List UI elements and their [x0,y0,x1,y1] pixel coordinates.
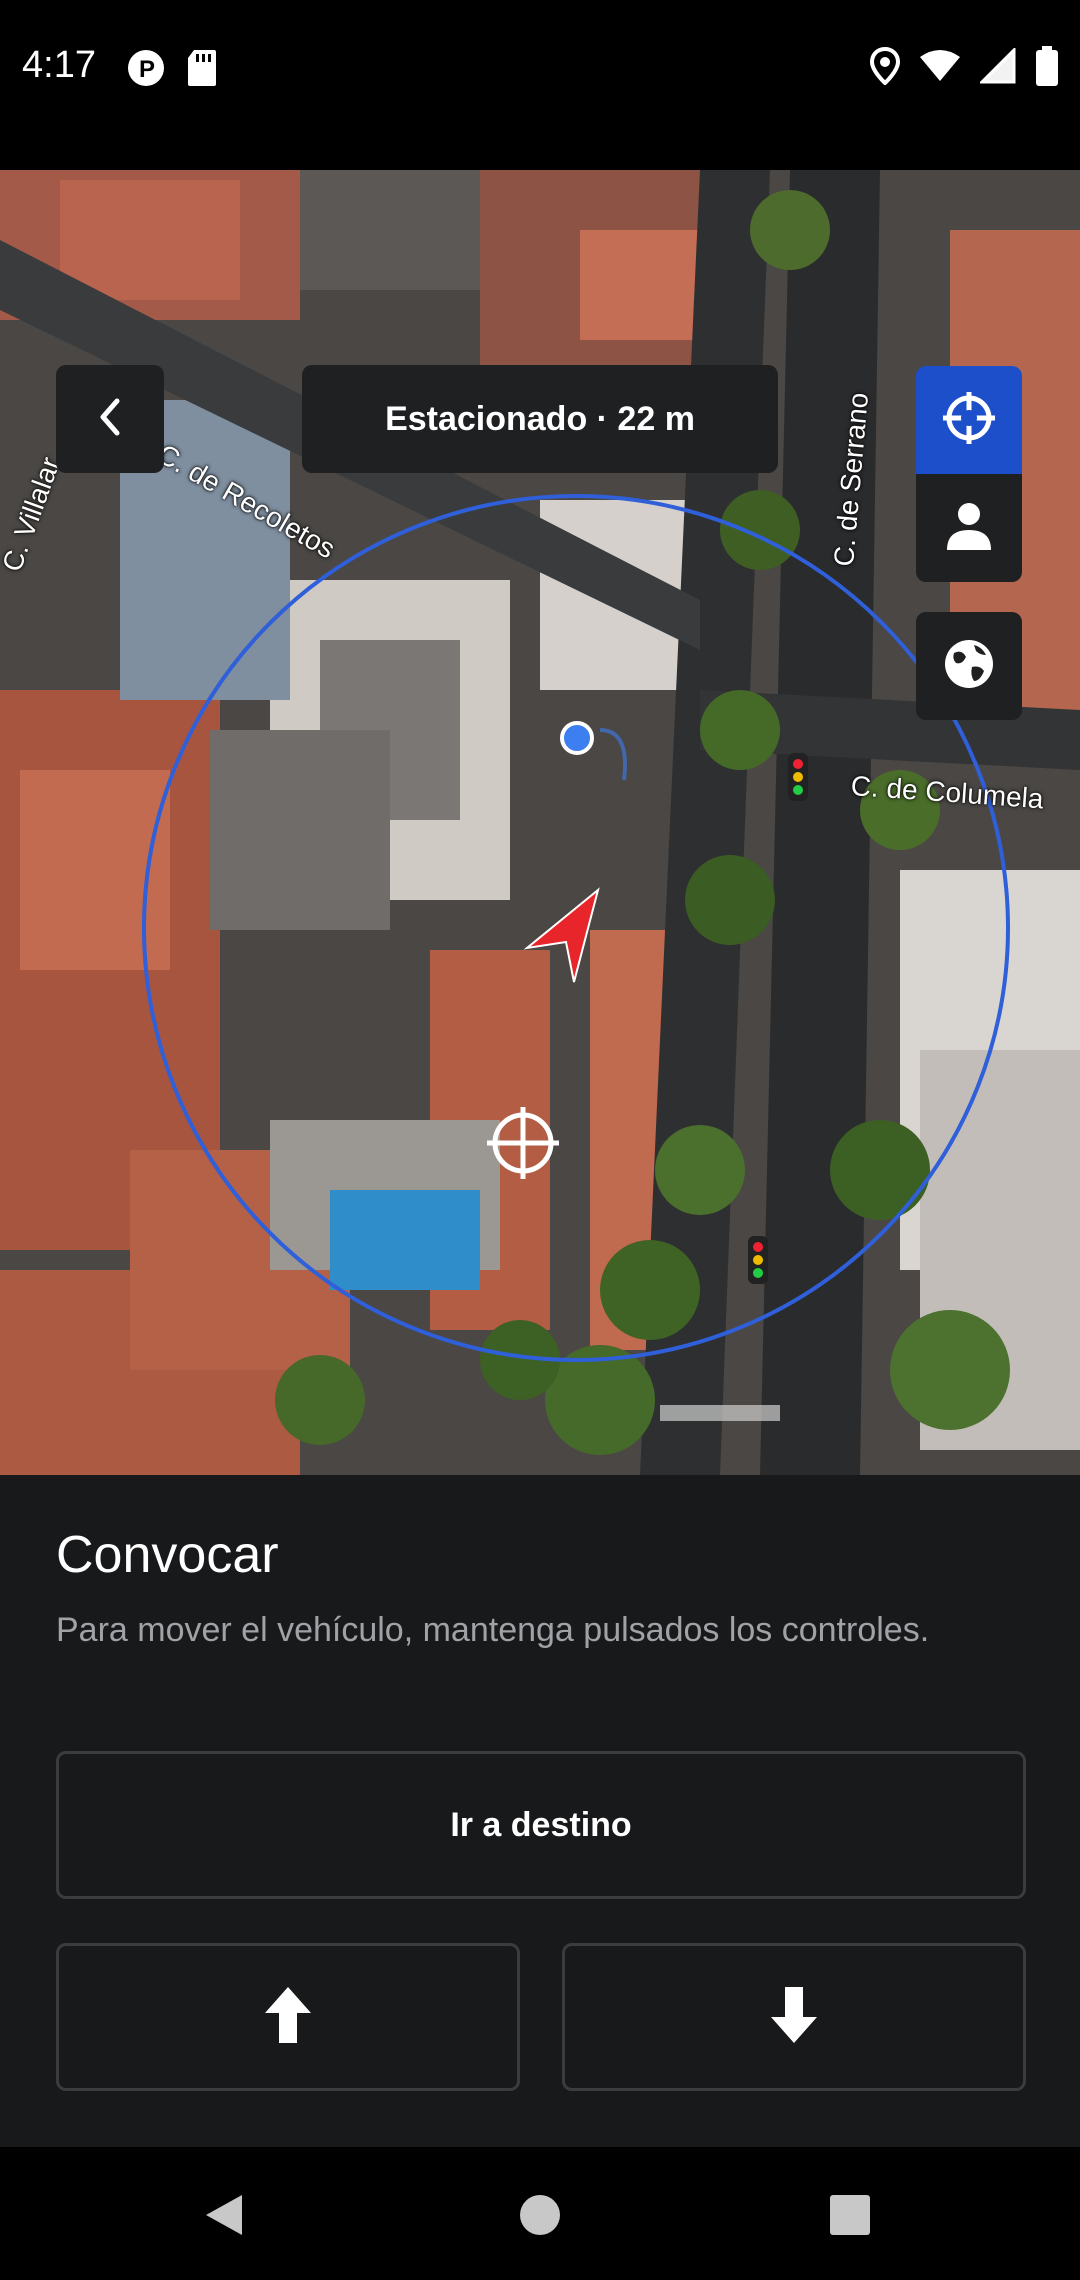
move-backward-button[interactable] [562,1943,1026,2091]
battery-icon [1036,46,1058,91]
parked-status-chip: Estacionado · 22 m [302,365,778,473]
system-nav-bar [0,2147,1080,2280]
move-forward-button[interactable] [56,1943,520,2091]
arrow-down-icon [769,1985,819,2050]
user-location-button[interactable] [916,474,1022,582]
wifi-icon [920,49,960,88]
status-bar: 4:17 P [0,0,1080,170]
crosshair-icon [941,390,997,451]
svg-text:P: P [139,56,155,83]
arrow-up-icon [263,1985,313,2050]
go-to-destination-button[interactable]: Ir a destino [56,1751,1026,1899]
chevron-left-icon [95,397,125,442]
summon-sheet: Convocar Para mover el vehículo, manteng… [0,1475,1080,2147]
sheet-description: Para mover el vehículo, mantenga pulsado… [56,1611,930,1649]
globe-icon [942,637,996,696]
map-type-button[interactable] [916,612,1022,720]
recents-icon[interactable] [828,2193,872,2242]
person-icon [945,500,993,557]
satellite-map[interactable]: C. de Recoletos C. Villalar C. de Serran… [0,170,1080,1475]
user-location-dot [560,721,594,755]
signal-icon [978,46,1016,89]
location-pin-icon [869,46,901,90]
center-location-button[interactable] [916,366,1022,474]
home-icon[interactable] [518,2193,562,2242]
back-icon[interactable] [204,2193,244,2242]
sheet-title: Convocar [56,1526,279,1584]
p-circle-icon: P [126,48,166,93]
status-time: 4:17 [22,44,96,86]
back-button[interactable] [56,365,164,473]
sd-card-icon [186,48,218,93]
